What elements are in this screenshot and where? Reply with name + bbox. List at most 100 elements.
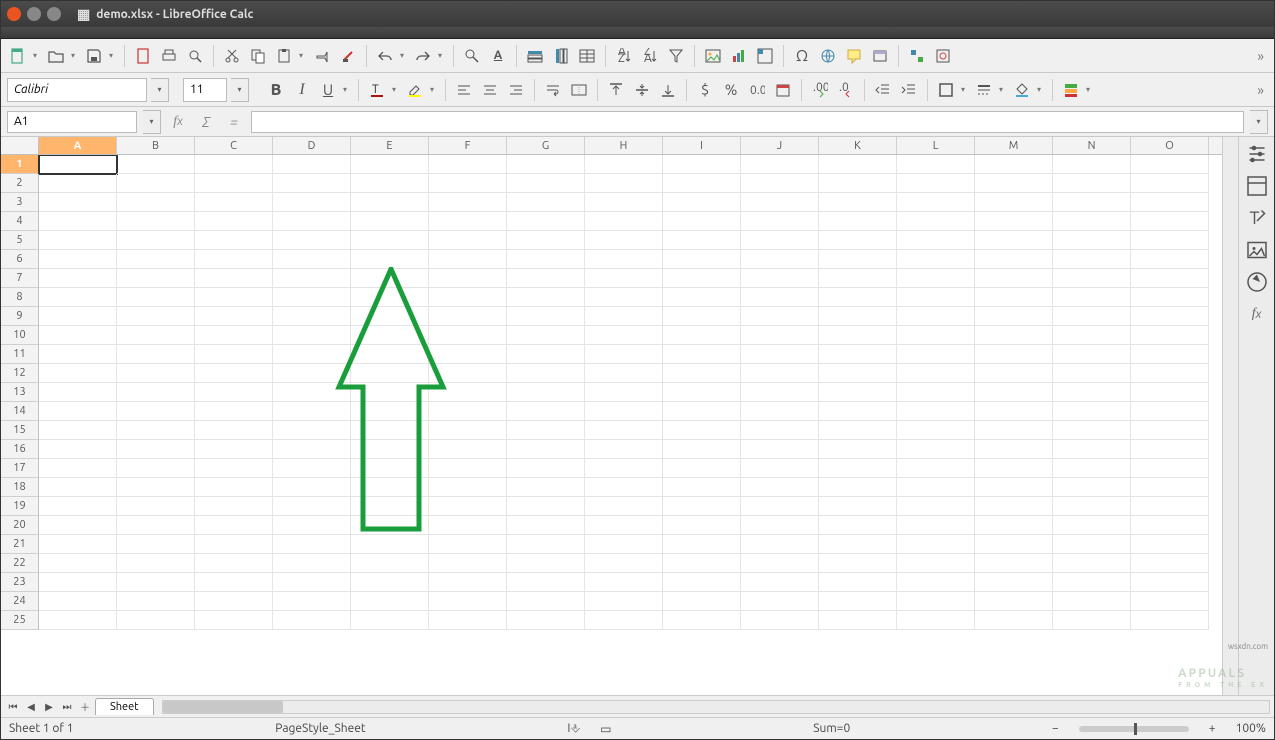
cell[interactable] xyxy=(663,155,741,174)
align-right-button[interactable] xyxy=(505,79,527,101)
cell[interactable] xyxy=(975,155,1053,174)
cell[interactable] xyxy=(741,193,819,212)
cell[interactable] xyxy=(897,326,975,345)
cell[interactable] xyxy=(1131,231,1209,250)
cell[interactable] xyxy=(585,592,663,611)
cell[interactable] xyxy=(273,421,351,440)
cell[interactable] xyxy=(585,345,663,364)
scroll-thumb[interactable] xyxy=(163,701,283,713)
cell[interactable] xyxy=(507,193,585,212)
cell[interactable] xyxy=(819,212,897,231)
cell[interactable] xyxy=(975,288,1053,307)
cell[interactable] xyxy=(585,288,663,307)
special-char-button[interactable]: Ω xyxy=(791,45,813,67)
cell[interactable] xyxy=(585,212,663,231)
cell[interactable] xyxy=(507,250,585,269)
cell[interactable] xyxy=(429,516,507,535)
cell[interactable] xyxy=(351,497,429,516)
border-button[interactable] xyxy=(935,79,957,101)
cell[interactable] xyxy=(741,174,819,193)
cell[interactable] xyxy=(117,212,195,231)
cell[interactable] xyxy=(1131,611,1209,630)
cell[interactable] xyxy=(1053,497,1131,516)
cell[interactable] xyxy=(351,231,429,250)
grid-rows[interactable]: 1234567891011121314151617181920212223242… xyxy=(1,155,1222,695)
cell[interactable] xyxy=(897,231,975,250)
cell[interactable] xyxy=(39,592,117,611)
cell[interactable] xyxy=(195,497,273,516)
cell[interactable] xyxy=(195,250,273,269)
comment-button[interactable] xyxy=(843,45,865,67)
status-insert-mode[interactable]: I⎀ xyxy=(567,722,580,736)
row-header[interactable]: 9 xyxy=(1,307,39,326)
cell[interactable] xyxy=(741,231,819,250)
cell[interactable] xyxy=(1131,326,1209,345)
cell[interactable] xyxy=(663,288,741,307)
cell[interactable] xyxy=(1131,193,1209,212)
cell[interactable] xyxy=(897,592,975,611)
cell[interactable] xyxy=(429,459,507,478)
cell[interactable] xyxy=(1131,554,1209,573)
cell[interactable] xyxy=(273,383,351,402)
cell[interactable] xyxy=(897,440,975,459)
bg-color-button[interactable] xyxy=(1011,79,1033,101)
cell[interactable] xyxy=(1053,174,1131,193)
cell[interactable] xyxy=(195,554,273,573)
clone-format-button[interactable] xyxy=(311,45,333,67)
tab-first-button[interactable]: ⏮ xyxy=(5,699,21,715)
cell[interactable] xyxy=(273,174,351,193)
cell[interactable] xyxy=(507,345,585,364)
cell[interactable] xyxy=(273,269,351,288)
cell[interactable] xyxy=(351,402,429,421)
cell[interactable] xyxy=(663,535,741,554)
row-header[interactable]: 20 xyxy=(1,516,39,535)
cell[interactable] xyxy=(741,383,819,402)
row-header[interactable]: 7 xyxy=(1,269,39,288)
cell[interactable] xyxy=(351,573,429,592)
cell[interactable] xyxy=(429,497,507,516)
cell[interactable] xyxy=(429,288,507,307)
cell[interactable] xyxy=(39,516,117,535)
cell[interactable] xyxy=(273,155,351,174)
cell[interactable] xyxy=(1131,174,1209,193)
font-size-input[interactable] xyxy=(183,78,227,102)
cell[interactable] xyxy=(195,459,273,478)
headers-button[interactable] xyxy=(869,45,891,67)
cell[interactable] xyxy=(351,535,429,554)
valign-mid-button[interactable] xyxy=(631,79,653,101)
cell[interactable] xyxy=(741,307,819,326)
cell[interactable] xyxy=(1053,155,1131,174)
formula-expand-button[interactable]: ▾ xyxy=(1250,110,1268,134)
cell[interactable] xyxy=(1131,516,1209,535)
cell[interactable] xyxy=(117,497,195,516)
cell[interactable] xyxy=(741,345,819,364)
cell[interactable] xyxy=(429,307,507,326)
cell[interactable] xyxy=(741,459,819,478)
cell[interactable] xyxy=(1131,535,1209,554)
sidebar-styles-icon[interactable]: T xyxy=(1244,205,1270,231)
sidebar-settings-icon[interactable] xyxy=(1244,141,1270,167)
cell[interactable] xyxy=(975,231,1053,250)
cell[interactable] xyxy=(585,231,663,250)
cell[interactable] xyxy=(663,174,741,193)
cell[interactable] xyxy=(39,440,117,459)
cell[interactable] xyxy=(273,440,351,459)
column-header[interactable]: E xyxy=(351,137,429,154)
row-header[interactable]: 19 xyxy=(1,497,39,516)
row-header[interactable]: 11 xyxy=(1,345,39,364)
cell[interactable] xyxy=(1053,212,1131,231)
cell[interactable] xyxy=(117,402,195,421)
cell[interactable] xyxy=(429,535,507,554)
cell[interactable] xyxy=(897,421,975,440)
cut-button[interactable] xyxy=(221,45,243,67)
insert-row-button[interactable] xyxy=(524,45,546,67)
menubar[interactable] xyxy=(1,27,1274,39)
export-pdf-button[interactable] xyxy=(132,45,154,67)
cell[interactable] xyxy=(819,535,897,554)
cell[interactable] xyxy=(351,516,429,535)
cell[interactable] xyxy=(585,421,663,440)
cell[interactable] xyxy=(1053,345,1131,364)
cell[interactable] xyxy=(975,269,1053,288)
dropdown-icon[interactable]: ▾ xyxy=(71,51,79,60)
cell[interactable] xyxy=(507,155,585,174)
